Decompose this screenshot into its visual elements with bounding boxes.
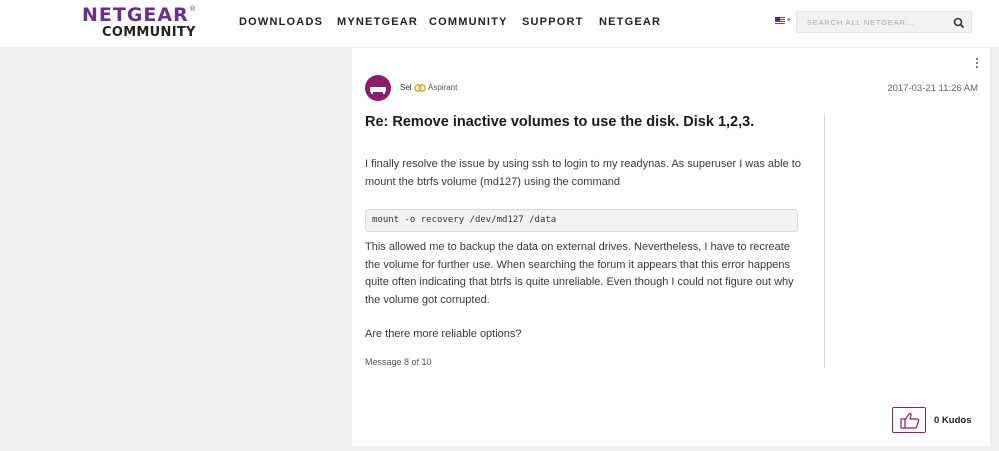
netgear-community-logo[interactable]: NETGEAR ® COMMUNITY bbox=[82, 6, 198, 42]
post-options-icon[interactable] bbox=[974, 58, 980, 70]
search-icon[interactable] bbox=[953, 17, 965, 29]
top-header: NETGEAR ® COMMUNITY DOWNLOADS MYNETGEAR … bbox=[0, 0, 999, 47]
avatar[interactable] bbox=[365, 75, 391, 101]
logo-community-text: COMMUNITY bbox=[102, 25, 196, 40]
nav-netgear[interactable]: NETGEAR bbox=[599, 16, 661, 28]
post-paragraph-3: Are there more reliable options? bbox=[365, 328, 522, 340]
nav-community[interactable]: COMMUNITY bbox=[429, 16, 508, 28]
author-rank: Aspirant bbox=[428, 83, 458, 92]
chevron-down-icon[interactable]: ▾ bbox=[787, 16, 791, 24]
nav-downloads[interactable]: DOWNLOADS bbox=[239, 16, 323, 28]
content-divider bbox=[824, 114, 825, 368]
post-paragraph-2: This allowed me to backup the data on ex… bbox=[365, 241, 794, 306]
kudo-button[interactable] bbox=[892, 407, 926, 433]
post-paragraph-1: I finally resolve the issue by using ssh… bbox=[365, 158, 801, 188]
logo-brand-text: NETGEAR bbox=[82, 4, 189, 26]
thumbs-up-icon bbox=[900, 412, 920, 429]
logo-registered-mark: ® bbox=[190, 6, 196, 13]
rank-rings-icon bbox=[414, 84, 426, 92]
author-name[interactable]: Sel bbox=[400, 83, 412, 92]
nav-support[interactable]: SUPPORT bbox=[522, 16, 584, 28]
post-title: Re: Remove inactive volumes to use the d… bbox=[365, 114, 755, 130]
router-icon bbox=[370, 87, 386, 94]
nav-mynetgear[interactable]: MYNETGEAR bbox=[337, 16, 418, 28]
forum-post-card: Sel Aspirant 2017-03-21 11:26 AM Re: Rem… bbox=[352, 48, 990, 446]
post-date: 2017-03-21 11:26 AM bbox=[887, 83, 978, 94]
us-flag-icon[interactable] bbox=[775, 17, 785, 24]
message-number[interactable]: Message 8 of 10 bbox=[365, 357, 432, 367]
search-box bbox=[796, 11, 972, 33]
code-block: mount -o recovery /dev/md127 /data bbox=[365, 209, 798, 232]
kudos-count: 0 Kudos bbox=[934, 415, 972, 426]
search-input[interactable] bbox=[797, 12, 947, 32]
code-text: mount -o recovery /dev/md127 /data bbox=[372, 215, 557, 225]
